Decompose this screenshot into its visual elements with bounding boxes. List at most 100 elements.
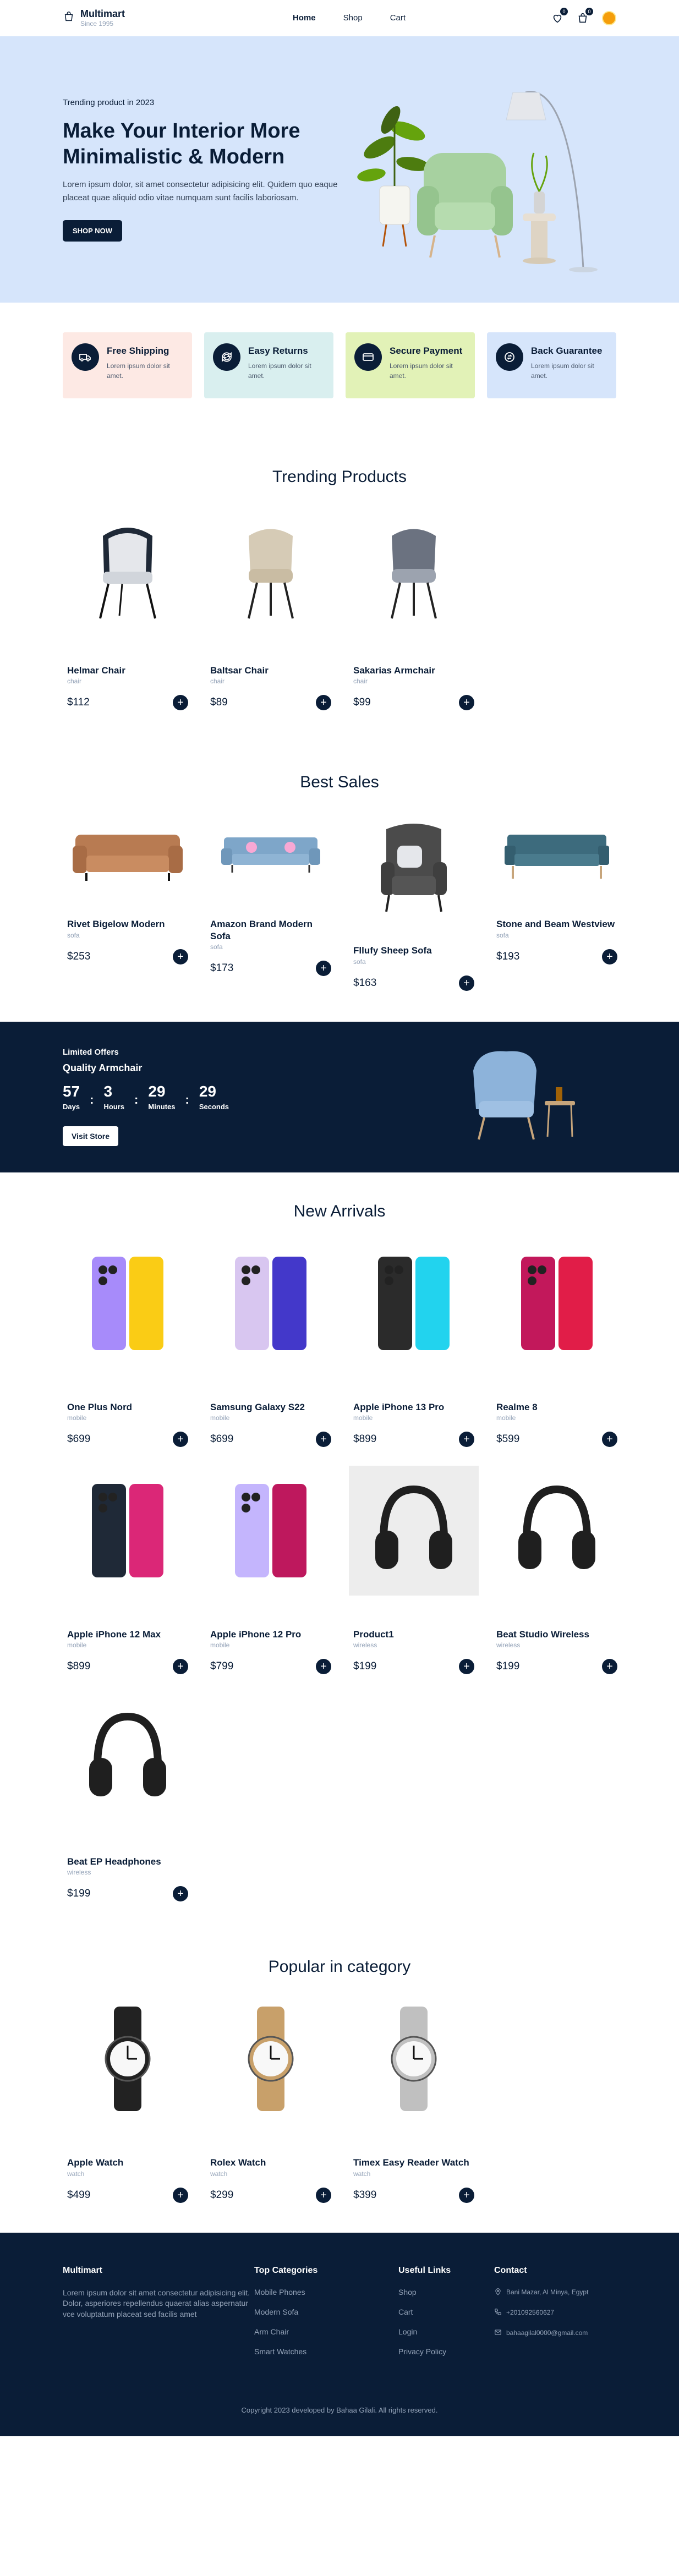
contact-address: Bani Mazar, Al Minya, Egypt — [506, 2288, 589, 2296]
product-category: mobile — [496, 1413, 516, 1422]
product-price: $253 — [67, 950, 91, 962]
footer-categories-title: Top Categories — [254, 2265, 318, 2275]
service-card: Back Guarantee Lorem ipsum dolor sit ame… — [487, 332, 616, 398]
add-to-cart-button[interactable]: + — [173, 695, 188, 711]
product-name[interactable]: Baltsar Chair — [210, 665, 331, 676]
product-card[interactable]: One Plus Nord mobile $699 + — [63, 1238, 193, 1447]
add-to-cart-button[interactable]: + — [459, 1659, 474, 1674]
product-name[interactable]: Samsung Galaxy S22 — [210, 1401, 331, 1413]
product-card[interactable]: Baltsar Chair chair $89 + — [206, 504, 336, 711]
add-to-cart-button[interactable]: + — [316, 1659, 331, 1674]
product-name[interactable]: Rivet Bigelow Modern — [67, 918, 188, 930]
add-to-cart-button[interactable]: + — [602, 1431, 617, 1447]
avatar[interactable] — [601, 10, 616, 25]
add-to-cart-button[interactable]: + — [459, 1431, 474, 1447]
brand[interactable]: Multimart Since 1995 — [63, 8, 125, 28]
product-card[interactable]: Fllufy Sheep Sofa sofa $163 + — [349, 807, 479, 991]
footer-category-link[interactable]: Modern Sofa — [254, 2308, 398, 2316]
footer-useful-link[interactable]: Shop — [398, 2288, 494, 2297]
add-to-cart-button[interactable]: + — [173, 1886, 188, 1902]
product-name[interactable]: Helmar Chair — [67, 665, 188, 676]
product-card[interactable]: Beat Studio Wireless wireless $199 + — [492, 1466, 622, 1674]
add-to-cart-button[interactable]: + — [459, 2187, 474, 2203]
nav-cart-link[interactable]: Cart — [390, 13, 406, 23]
product-card[interactable]: Stone and Beam Westview sofa $193 + — [492, 807, 622, 964]
add-to-cart-button[interactable]: + — [316, 695, 331, 711]
product-card[interactable]: Realme 8 mobile $599 + — [492, 1238, 622, 1447]
footer-category-link[interactable]: Arm Chair — [254, 2327, 398, 2336]
product-name[interactable]: Apple iPhone 13 Pro — [353, 1401, 474, 1413]
footer: Multimart Lorem ipsum dolor sit amet con… — [0, 2232, 679, 2436]
wishlist-button[interactable]: 0 — [551, 7, 568, 24]
chair-icon — [63, 504, 193, 634]
countdown-hours: 3 — [103, 1083, 113, 1100]
footer-contact-title: Contact — [494, 2265, 527, 2275]
product-name[interactable]: Sakarias Armchair — [353, 665, 474, 676]
product-card[interactable]: Samsung Galaxy S22 mobile $699 + — [206, 1238, 336, 1447]
product-card[interactable]: Apple iPhone 12 Pro mobile $799 + — [206, 1466, 336, 1674]
product-card[interactable]: Helmar Chair chair $112 + — [63, 504, 193, 711]
contact-phone[interactable]: +201092560627 — [506, 2309, 554, 2316]
product-name[interactable]: Stone and Beam Westview — [496, 918, 617, 930]
product-price: $499 — [67, 2189, 91, 2201]
add-to-cart-button[interactable]: + — [173, 2187, 188, 2203]
footer-useful-link[interactable]: Login — [398, 2327, 494, 2336]
product-name[interactable]: Rolex Watch — [210, 2157, 331, 2168]
service-title: Free Shipping — [107, 346, 169, 356]
add-to-cart-button[interactable]: + — [459, 975, 474, 991]
visit-store-button[interactable]: Visit Store — [63, 1126, 118, 1146]
footer-category-link[interactable]: Mobile Phones — [254, 2288, 398, 2297]
footer-useful-link[interactable]: Privacy Policy — [398, 2347, 494, 2356]
add-to-cart-button[interactable]: + — [459, 695, 474, 711]
product-category: sofa — [67, 931, 80, 939]
product-name[interactable]: Fllufy Sheep Sofa — [353, 945, 474, 956]
footer-useful-link[interactable]: Cart — [398, 2308, 494, 2316]
add-to-cart-button[interactable]: + — [602, 1659, 617, 1674]
add-to-cart-button[interactable]: + — [173, 1659, 188, 1674]
countdown-label: Seconds — [199, 1103, 229, 1111]
colon-separator: : — [185, 1093, 189, 1106]
add-to-cart-button[interactable]: + — [173, 949, 188, 964]
nav-shop-link[interactable]: Shop — [343, 13, 363, 23]
product-card[interactable]: Rivet Bigelow Modern sofa $253 + — [63, 807, 193, 964]
add-to-cart-button[interactable]: + — [316, 960, 331, 976]
new-arrivals-grid: One Plus Nord mobile $699 + Samsung Gala… — [0, 1238, 679, 1902]
footer-category-link[interactable]: Smart Watches — [254, 2347, 398, 2356]
product-name[interactable]: Apple Watch — [67, 2157, 188, 2168]
product-card[interactable]: Amazon Brand Modern Sofa sofa $173 + — [206, 807, 336, 976]
product-card[interactable]: Rolex Watch watch $299 + — [206, 1994, 336, 2203]
add-to-cart-button[interactable]: + — [173, 1431, 188, 1447]
product-price: $163 — [353, 977, 377, 989]
add-to-cart-button[interactable]: + — [316, 1431, 331, 1447]
cart-button[interactable]: 0 — [577, 7, 593, 24]
product-name[interactable]: One Plus Nord — [67, 1401, 188, 1413]
add-to-cart-button[interactable]: + — [316, 2187, 331, 2203]
add-to-cart-button[interactable]: + — [602, 949, 617, 964]
product-card[interactable]: Timex Easy Reader Watch watch $399 + — [349, 1994, 479, 2203]
product-name[interactable]: Amazon Brand Modern Sofa — [210, 918, 331, 942]
shop-now-button[interactable]: SHOP NOW — [63, 220, 122, 242]
product-name[interactable]: Beat Studio Wireless — [496, 1629, 617, 1640]
product-name[interactable]: Realme 8 — [496, 1401, 617, 1413]
product-price: $199 — [353, 1660, 377, 1672]
cart-count-badge: 0 — [585, 7, 593, 15]
product-name[interactable]: Beat EP Headphones — [67, 1856, 188, 1867]
product-name[interactable]: Apple iPhone 12 Pro — [210, 1629, 331, 1640]
product-name[interactable]: Apple iPhone 12 Max — [67, 1629, 188, 1640]
brand-since: Since 1995 — [80, 20, 114, 28]
product-card[interactable]: Sakarias Armchair chair $99 + — [349, 504, 479, 711]
offer-label: Limited Offers — [63, 1048, 119, 1057]
product-category: chair — [210, 677, 225, 686]
wishlist-count-badge: 0 — [560, 7, 568, 15]
product-card[interactable]: Product1 wireless $199 + — [349, 1465, 479, 1674]
product-card[interactable]: Apple Watch watch $499 + — [63, 1994, 193, 2203]
product-card[interactable]: Apple iPhone 12 Max mobile $899 + — [63, 1466, 193, 1674]
product-card[interactable]: Apple iPhone 13 Pro mobile $899 + — [349, 1238, 479, 1447]
service-title: Secure Payment — [390, 346, 463, 356]
contact-email[interactable]: bahaagilal0000@gmail.com — [506, 2329, 588, 2337]
product-name[interactable]: Timex Easy Reader Watch — [353, 2157, 474, 2168]
nav-home-link[interactable]: Home — [293, 13, 316, 23]
product-card[interactable]: Beat EP Headphones wireless $199 + — [63, 1693, 193, 1902]
product-category: chair — [353, 677, 368, 686]
product-name[interactable]: Product1 — [353, 1629, 474, 1640]
